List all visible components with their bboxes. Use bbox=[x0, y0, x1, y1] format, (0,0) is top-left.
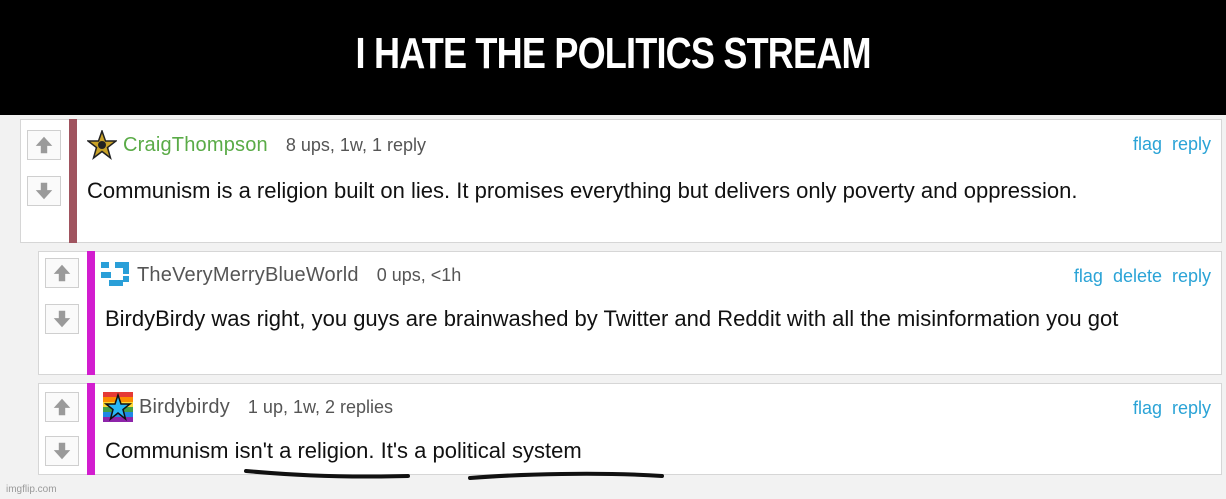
comment-birdybirdy: Birdybirdy 1 up, 1w, 2 replies flag repl… bbox=[38, 383, 1222, 475]
comment-theverymerryblueworld: TheVeryMerryBlueWorld 0 ups, <1h flag de… bbox=[38, 251, 1222, 375]
downvote-button[interactable] bbox=[27, 176, 61, 206]
vote-column bbox=[39, 384, 83, 474]
downvote-button[interactable] bbox=[45, 436, 79, 466]
comment-meta: 0 ups, <1h bbox=[376, 264, 462, 285]
thread-bar bbox=[87, 251, 95, 375]
reply-link[interactable]: reply bbox=[1172, 266, 1211, 287]
thread-bar bbox=[69, 119, 77, 243]
delete-link[interactable]: delete bbox=[1113, 266, 1162, 287]
comment-header: Birdybirdy 1 up, 1w, 2 replies bbox=[103, 392, 393, 422]
comment-craigthompson: CraigThompson 8 ups, 1w, 1 reply flag re… bbox=[20, 119, 1222, 243]
flag-link[interactable]: flag bbox=[1133, 398, 1162, 419]
downvote-button[interactable] bbox=[45, 304, 79, 334]
comment-body: BirdyBirdy was right, you guys are brain… bbox=[105, 306, 1119, 331]
username-link[interactable]: Birdybirdy bbox=[139, 396, 230, 419]
up-arrow-icon bbox=[53, 398, 71, 416]
meme-banner: I HATE THE POLITICS STREAM bbox=[0, 0, 1226, 115]
blue-pixel-icon[interactable] bbox=[101, 260, 131, 290]
rainbow-star-icon[interactable] bbox=[103, 392, 133, 422]
upvote-button[interactable] bbox=[45, 392, 79, 422]
comment-body: Communism isn't a religion. It's a polit… bbox=[105, 438, 582, 463]
down-arrow-icon bbox=[35, 182, 53, 200]
comment-header: CraigThompson 8 ups, 1w, 1 reply bbox=[87, 130, 426, 160]
flag-link[interactable]: flag bbox=[1074, 266, 1103, 287]
upvote-button[interactable] bbox=[45, 258, 79, 288]
thread-bar bbox=[87, 383, 95, 475]
vote-column bbox=[39, 252, 83, 374]
gold-star-icon[interactable] bbox=[87, 130, 117, 160]
comment-thread: CraigThompson 8 ups, 1w, 1 reply flag re… bbox=[0, 115, 1226, 499]
comment-meta: 1 up, 1w, 2 replies bbox=[247, 396, 394, 417]
comment-meta: 8 ups, 1w, 1 reply bbox=[285, 134, 426, 155]
reply-link[interactable]: reply bbox=[1172, 134, 1211, 155]
meme-title: I HATE THE POLITICS STREAM bbox=[355, 28, 871, 78]
comment-actions: flag delete reply bbox=[1074, 266, 1211, 287]
comment-actions: flag reply bbox=[1133, 134, 1211, 155]
imgflip-watermark: imgflip.com bbox=[6, 484, 57, 495]
username-link[interactable]: CraigThompson bbox=[123, 134, 268, 157]
upvote-button[interactable] bbox=[27, 130, 61, 160]
reply-link[interactable]: reply bbox=[1172, 398, 1211, 419]
comment-body: Communism is a religion built on lies. I… bbox=[87, 178, 1078, 203]
down-arrow-icon bbox=[53, 442, 71, 460]
down-arrow-icon bbox=[53, 310, 71, 328]
up-arrow-icon bbox=[35, 136, 53, 154]
comment-actions: flag reply bbox=[1133, 398, 1211, 419]
vote-column bbox=[21, 120, 65, 242]
up-arrow-icon bbox=[53, 264, 71, 282]
username-link[interactable]: TheVeryMerryBlueWorld bbox=[137, 264, 359, 287]
flag-link[interactable]: flag bbox=[1133, 134, 1162, 155]
comment-header: TheVeryMerryBlueWorld 0 ups, <1h bbox=[101, 260, 461, 290]
